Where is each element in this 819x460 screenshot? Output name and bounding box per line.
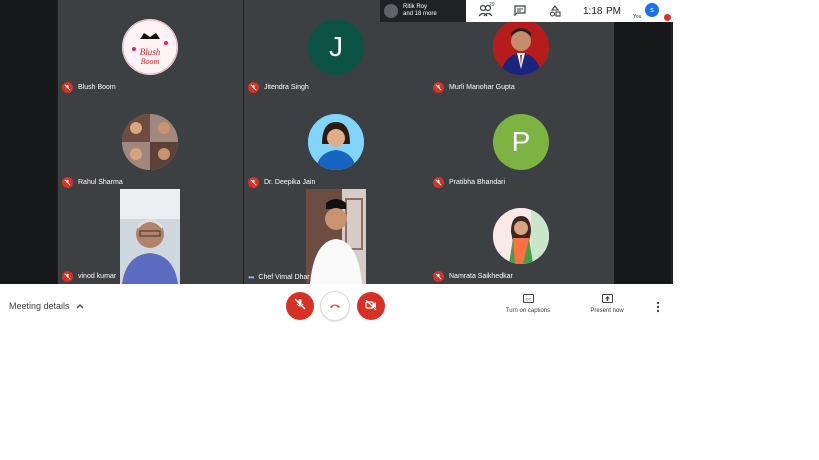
svg-text:Boom: Boom <box>141 57 160 66</box>
avatar: P <box>493 114 549 170</box>
participant-tile[interactable]: Namrata Saikhedkar <box>429 189 614 284</box>
meeting-stage: Blush Boom Blush Boom J Jitendra Singh M… <box>0 0 673 284</box>
participant-name: vinod kumar <box>62 271 116 282</box>
mic-off-icon <box>62 271 73 282</box>
camera-off-icon <box>365 297 377 315</box>
presenter-avatar <box>384 4 398 18</box>
svg-text:CC: CC <box>525 297 531 302</box>
captions-button[interactable]: CC Turn on captions <box>501 294 555 314</box>
participant-tile[interactable]: Blush Boom Blush Boom <box>58 0 243 95</box>
participant-name: Blush Boom <box>62 82 116 93</box>
present-now-button[interactable]: Present now <box>584 294 630 314</box>
left-margin <box>0 0 57 284</box>
camera-toggle-button[interactable] <box>357 292 385 320</box>
clock-time: 1:18 <box>583 6 603 17</box>
participant-tile[interactable]: Rahul Sharma <box>58 95 243 190</box>
participant-name: Pratibha Bhandari <box>433 177 505 188</box>
activities-icon[interactable] <box>549 4 561 22</box>
avatar: J <box>308 19 364 75</box>
participant-tile[interactable]: Dr. Deepika Jain <box>244 95 429 190</box>
mic-off-icon <box>62 82 73 93</box>
mic-off-icon <box>433 271 444 282</box>
right-margin <box>614 0 671 284</box>
mic-off-icon <box>433 177 444 188</box>
participant-name: Jitendra Singh <box>248 82 309 93</box>
meeting-details-button[interactable]: Meeting details <box>9 301 84 311</box>
captions-icon: CC <box>501 294 555 305</box>
more-options-icon[interactable] <box>656 300 660 318</box>
self-avatar[interactable]: s <box>645 3 659 17</box>
avatar <box>493 19 549 75</box>
participant-name: Dr. Deepika Jain <box>248 177 315 188</box>
participant-video <box>120 189 180 284</box>
mic-off-icon <box>248 177 259 188</box>
control-bar: Meeting details CC Turn on captions Pres… <box>0 284 673 330</box>
participant-name: ••• Chef Vimal Dhar <box>248 273 310 282</box>
hang-up-icon <box>329 297 341 315</box>
mic-toggle-button[interactable] <box>286 292 314 320</box>
speaking-indicator-icon: ••• <box>248 273 254 282</box>
participant-name: Murli Manohar Gupta <box>433 82 515 93</box>
self-label: You <box>633 14 642 20</box>
participant-tile[interactable]: ••• Chef Vimal Dhar <box>244 189 429 284</box>
presenter-info[interactable]: Ritik Roy and 18 more <box>380 0 466 22</box>
participant-tile[interactable]: vinod kumar <box>58 189 243 284</box>
avatar <box>122 114 178 170</box>
leave-call-button[interactable] <box>321 292 349 320</box>
mic-off-icon <box>433 82 444 93</box>
mic-off-icon <box>294 297 306 315</box>
clock-ampm: PM <box>606 6 621 17</box>
people-count: 29 <box>489 2 495 8</box>
participant-video <box>306 189 366 284</box>
self-mic-off-icon <box>664 14 671 21</box>
chevron-up-icon <box>76 301 84 311</box>
present-screen-icon <box>584 294 630 305</box>
mic-off-icon <box>248 82 259 93</box>
avatar <box>308 114 364 170</box>
participant-name: Namrata Saikhedkar <box>433 271 513 282</box>
participant-tile[interactable]: P Pratibha Bhandari <box>429 95 614 190</box>
blush-boom-logo: Blush Boom <box>122 19 178 75</box>
participant-name: Rahul Sharma <box>62 177 123 188</box>
avatar <box>493 208 549 264</box>
mic-off-icon <box>62 177 73 188</box>
chat-icon[interactable] <box>514 4 526 22</box>
svg-text:Blush: Blush <box>140 47 161 57</box>
